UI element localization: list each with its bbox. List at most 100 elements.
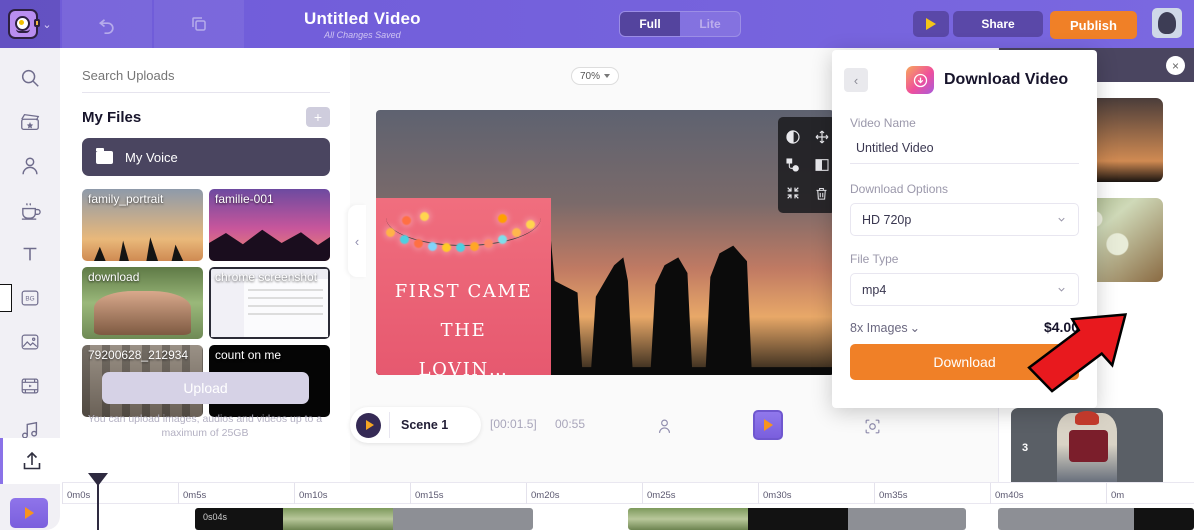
add-character-button[interactable]	[650, 412, 678, 440]
upload-icon	[20, 449, 44, 473]
canvas-text-overlay[interactable]: First came the lovin…	[376, 272, 551, 375]
upload-button[interactable]: Upload	[102, 372, 309, 404]
file-type-select[interactable]: mp4	[850, 273, 1079, 306]
price-label: $4.00	[1044, 319, 1079, 335]
thumb-label: count on me	[215, 348, 281, 362]
timeline-ruler[interactable]: 0m0s 0m5s 0m10s 0m15s 0m20s 0m25s 0m30s …	[62, 482, 1194, 504]
tab-lite[interactable]: Lite	[680, 12, 740, 36]
trash-icon[interactable]	[809, 179, 835, 207]
undo-button[interactable]	[62, 0, 152, 48]
scene-selector[interactable]: Scene 1	[350, 407, 481, 443]
sidebar-item-images[interactable]	[8, 322, 52, 362]
focus-icon	[863, 417, 882, 436]
save-status: All Changes Saved	[304, 30, 421, 40]
svg-text:BG: BG	[25, 296, 34, 303]
download-options-select[interactable]: HD 720p	[850, 203, 1079, 236]
upload-hint: You can upload images, audios and videos…	[80, 412, 330, 440]
clip-label: 0s04s	[203, 512, 227, 522]
duplicate-button[interactable]	[154, 0, 244, 48]
sidebar-item-video[interactable]	[8, 366, 52, 406]
chevron-down-icon	[604, 74, 610, 78]
list-item[interactable]: chrome screenshot	[209, 267, 330, 339]
timeline-clip[interactable]	[628, 508, 966, 530]
timeline-playhead[interactable]	[97, 482, 99, 530]
file-type-value: mp4	[862, 283, 886, 297]
clapperboard-icon	[19, 111, 41, 133]
move-icon[interactable]	[809, 123, 835, 151]
file-type-label: File Type	[850, 252, 1079, 266]
video-canvas[interactable]: First came the lovin… ●● ●● ●● ●● ●	[376, 110, 834, 375]
mode-toggle[interactable]: Full Lite	[619, 11, 741, 37]
list-item[interactable]: familie-001	[209, 189, 330, 261]
close-icon[interactable]: ×	[1166, 56, 1185, 75]
thumb-label: chrome screenshot	[215, 270, 317, 284]
thumb-label: download	[88, 270, 139, 284]
upload-button-rail[interactable]	[0, 438, 60, 484]
list-item[interactable]: download	[82, 267, 203, 339]
copy-icon	[190, 15, 208, 33]
timecode-current: [00:01.5]	[490, 417, 537, 431]
play-icon	[25, 507, 34, 519]
scene-thumb-3[interactable]: 3	[1011, 408, 1163, 492]
scene-media-button[interactable]	[753, 410, 783, 440]
shrink-icon[interactable]	[780, 179, 806, 207]
back-button[interactable]: ‹	[844, 68, 868, 92]
brand-logo[interactable]: ⌄	[0, 0, 60, 48]
folder-icon	[96, 151, 113, 164]
share-button[interactable]: Share	[953, 11, 1043, 37]
download-button[interactable]: Download	[850, 344, 1079, 380]
text-line-1: First came	[376, 272, 551, 311]
sidebar-item-props[interactable]	[8, 190, 52, 230]
zoom-value: 70%	[580, 71, 600, 82]
preview-play-button[interactable]	[913, 11, 949, 37]
layers-icon[interactable]	[780, 151, 806, 179]
object-toolbar	[778, 117, 836, 213]
timecode-duration: 00:55	[555, 417, 585, 431]
coffee-icon	[19, 199, 42, 222]
timeline-film-button[interactable]	[10, 498, 48, 528]
text-card-element[interactable]: First came the lovin… ●● ●● ●● ●● ●	[376, 198, 551, 375]
ruler-tick: 0m5s	[178, 483, 206, 505]
sidebar-item-search[interactable]	[8, 58, 52, 98]
folder-my-voice[interactable]: My Voice	[82, 138, 330, 176]
modal-title: Download Video	[944, 71, 1068, 89]
opacity-icon[interactable]	[809, 151, 835, 179]
video-name-field[interactable]: Untitled Video	[850, 134, 1079, 164]
left-tool-rail: BG	[0, 48, 60, 530]
play-icon	[764, 419, 773, 431]
modal-body: Video Name Untitled Video Download Optio…	[832, 100, 1097, 380]
contrast-icon[interactable]	[780, 123, 806, 151]
folder-label: My Voice	[125, 150, 178, 165]
timeline-clip[interactable]: 0s04s	[195, 508, 533, 530]
scene-play-button[interactable]	[356, 413, 381, 438]
ruler-tick: 0m20s	[526, 483, 560, 505]
person-icon	[656, 418, 673, 435]
text-line-3: lovin…	[376, 350, 551, 375]
play-icon	[926, 18, 936, 30]
add-folder-button[interactable]: +	[306, 107, 330, 127]
ruler-tick: 0m10s	[294, 483, 328, 505]
ruler-tick: 0m	[1106, 483, 1124, 505]
sidebar-item-characters[interactable]	[8, 146, 52, 186]
timeline-track: 0s04s	[62, 504, 1194, 530]
sidebar-item-background[interactable]: BG	[8, 278, 52, 318]
avatar[interactable]	[1152, 8, 1182, 38]
search-input[interactable]	[82, 62, 330, 93]
images-count-dropdown[interactable]: 8x Images⌄	[850, 320, 920, 335]
search-icon	[19, 67, 41, 89]
list-item[interactable]: family_portrait	[82, 189, 203, 261]
timeline-clip[interactable]	[998, 508, 1194, 530]
collapse-panel-button[interactable]: ‹	[348, 205, 366, 277]
focus-button[interactable]	[858, 412, 886, 440]
sidebar-item-templates[interactable]	[8, 102, 52, 142]
chevron-down-icon[interactable]: ⌄	[42, 18, 51, 31]
zoom-level-control[interactable]: 70%	[571, 67, 619, 85]
publish-button[interactable]: Publish	[1050, 11, 1137, 39]
download-options-value: HD 720p	[862, 213, 911, 227]
image-icon	[19, 331, 41, 353]
sidebar-item-text[interactable]	[8, 234, 52, 274]
document-title-block: Untitled Video All Changes Saved	[304, 9, 421, 40]
tab-full[interactable]: Full	[620, 12, 680, 36]
trash-icon[interactable]	[1078, 129, 1096, 152]
download-circle-icon	[906, 66, 934, 94]
